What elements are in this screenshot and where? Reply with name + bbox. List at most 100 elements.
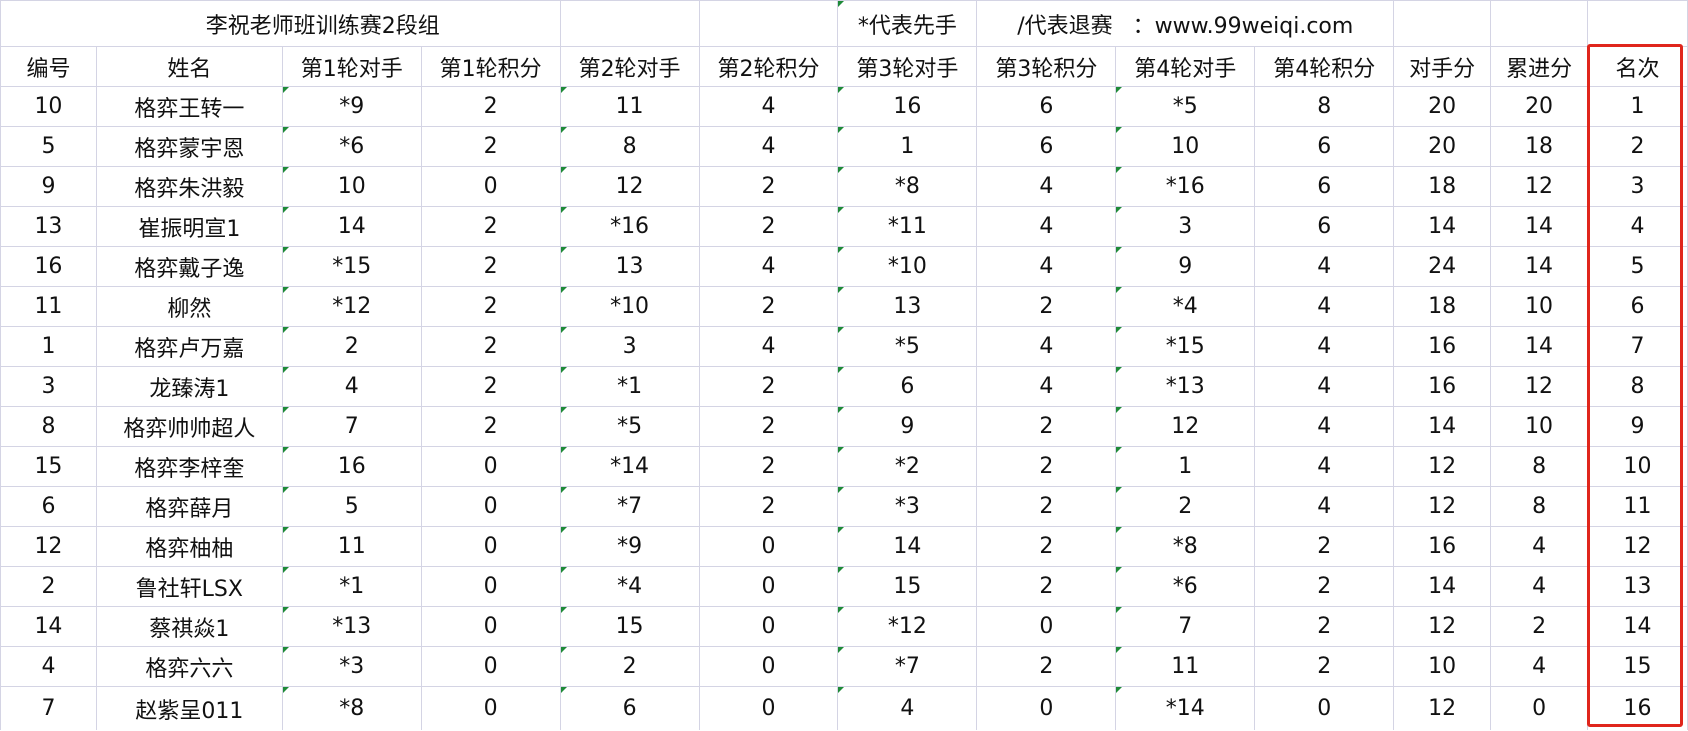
empty-cell[interactable] (1587, 0, 1688, 47)
table-cell[interactable]: 4 (976, 326, 1117, 367)
table-cell[interactable]: 0 (420, 566, 561, 607)
table-cell[interactable]: 4 (1254, 246, 1395, 287)
table-cell[interactable]: *15 (1115, 326, 1256, 367)
table-cell[interactable]: 14 (281, 206, 422, 247)
table-cell[interactable]: 9 (1587, 406, 1688, 447)
table-cell[interactable]: 2 (976, 446, 1117, 487)
table-cell[interactable]: 12 (1490, 166, 1589, 207)
table-cell[interactable]: 龙臻涛1 (95, 366, 283, 407)
table-cell[interactable]: 14 (1393, 566, 1492, 607)
table-cell[interactable]: *1 (281, 566, 422, 607)
table-cell[interactable]: 0 (698, 646, 839, 687)
table-cell[interactable]: 赵紫呈011 (95, 686, 283, 730)
table-cell[interactable]: 1 (1587, 86, 1688, 127)
table-cell[interactable]: *3 (837, 486, 978, 527)
table-cell[interactable]: 10 (1115, 126, 1256, 167)
table-cell[interactable]: 14 (0, 606, 97, 647)
column-header[interactable]: 第2轮对手 (559, 46, 700, 87)
table-cell[interactable]: 6 (559, 686, 700, 730)
table-cell[interactable]: 12 (1393, 486, 1492, 527)
table-cell[interactable]: 11 (559, 86, 700, 127)
table-cell[interactable]: 0 (420, 526, 561, 567)
empty-cell[interactable] (698, 0, 839, 47)
table-cell[interactable]: 2 (976, 646, 1117, 687)
table-cell[interactable]: *8 (1115, 526, 1256, 567)
table-cell[interactable]: *16 (559, 206, 700, 247)
table-cell[interactable]: 6 (1587, 286, 1688, 327)
table-cell[interactable]: 16 (837, 86, 978, 127)
table-cell[interactable]: 4 (0, 646, 97, 687)
table-cell[interactable]: 4 (1490, 526, 1589, 567)
table-cell[interactable]: 3 (559, 326, 700, 367)
table-cell[interactable]: *14 (1115, 686, 1256, 730)
table-cell[interactable]: 格弈柚柚 (95, 526, 283, 567)
column-header[interactable]: 累进分 (1490, 46, 1589, 87)
column-header[interactable]: 第4轮对手 (1115, 46, 1256, 87)
table-cell[interactable]: 2 (1115, 486, 1256, 527)
note-withdraw-and-site[interactable]: /代表退赛 ：www.99weiqi.com (976, 0, 1395, 47)
table-cell[interactable]: 4 (1254, 406, 1395, 447)
table-cell[interactable]: 2 (698, 166, 839, 207)
table-cell[interactable]: *4 (559, 566, 700, 607)
table-cell[interactable]: 20 (1490, 86, 1589, 127)
table-cell[interactable]: 3 (1115, 206, 1256, 247)
table-cell[interactable]: 8 (0, 406, 97, 447)
note-first-move[interactable]: *代表先手 (837, 0, 978, 47)
table-cell[interactable]: 2 (420, 286, 561, 327)
table-cell[interactable]: 4 (1254, 366, 1395, 407)
table-cell[interactable]: 0 (698, 566, 839, 607)
table-cell[interactable]: 2 (976, 406, 1117, 447)
table-cell[interactable]: 14 (1490, 326, 1589, 367)
table-cell[interactable]: 蔡祺焱1 (95, 606, 283, 647)
table-cell[interactable]: 6 (1254, 166, 1395, 207)
table-cell[interactable]: 格弈帅帅超人 (95, 406, 283, 447)
table-cell[interactable]: 12 (1393, 446, 1492, 487)
column-header[interactable]: 姓名 (95, 46, 283, 87)
table-cell[interactable]: *1 (559, 366, 700, 407)
table-cell[interactable]: *10 (559, 286, 700, 327)
table-cell[interactable]: 4 (1254, 446, 1395, 487)
table-cell[interactable]: 1 (837, 126, 978, 167)
table-cell[interactable]: 格弈蒙宇恩 (95, 126, 283, 167)
table-cell[interactable]: 9 (0, 166, 97, 207)
table-cell[interactable]: 10 (1490, 406, 1589, 447)
table-cell[interactable]: 6 (1254, 126, 1395, 167)
table-cell[interactable]: 2 (420, 246, 561, 287)
table-cell[interactable]: 16 (1393, 366, 1492, 407)
table-cell[interactable]: 2 (698, 446, 839, 487)
table-cell[interactable]: 6 (976, 126, 1117, 167)
table-cell[interactable]: 24 (1393, 246, 1492, 287)
table-cell[interactable]: 18 (1490, 126, 1589, 167)
table-cell[interactable]: 鲁社轩LSX (95, 566, 283, 607)
table-cell[interactable]: *9 (281, 86, 422, 127)
table-cell[interactable]: 12 (1490, 366, 1589, 407)
table-cell[interactable]: 11 (1115, 646, 1256, 687)
table-cell[interactable]: 16 (1393, 526, 1492, 567)
table-cell[interactable]: *14 (559, 446, 700, 487)
table-cell[interactable]: 10 (281, 166, 422, 207)
table-cell[interactable]: 10 (1587, 446, 1688, 487)
table-cell[interactable]: *15 (281, 246, 422, 287)
table-cell[interactable]: 2 (0, 566, 97, 607)
column-header[interactable]: 编号 (0, 46, 97, 87)
table-cell[interactable]: 16 (1393, 326, 1492, 367)
table-cell[interactable]: 2 (281, 326, 422, 367)
table-cell[interactable]: 4 (281, 366, 422, 407)
table-cell[interactable]: 0 (1254, 686, 1395, 730)
table-cell[interactable]: 8 (1490, 446, 1589, 487)
table-cell[interactable]: 13 (0, 206, 97, 247)
empty-cell[interactable] (559, 0, 700, 47)
column-header[interactable]: 第4轮积分 (1254, 46, 1395, 87)
table-cell[interactable]: 2 (420, 326, 561, 367)
table-cell[interactable]: 4 (837, 686, 978, 730)
table-cell[interactable]: 2 (1254, 606, 1395, 647)
table-cell[interactable]: 8 (1587, 366, 1688, 407)
table-cell[interactable]: 13 (837, 286, 978, 327)
table-cell[interactable]: 4 (1490, 646, 1589, 687)
table-cell[interactable]: *12 (281, 286, 422, 327)
table-cell[interactable]: 4 (698, 86, 839, 127)
table-cell[interactable]: 6 (837, 366, 978, 407)
table-cell[interactable]: *11 (837, 206, 978, 247)
table-cell[interactable]: *5 (559, 406, 700, 447)
table-cell[interactable]: 1 (0, 326, 97, 367)
